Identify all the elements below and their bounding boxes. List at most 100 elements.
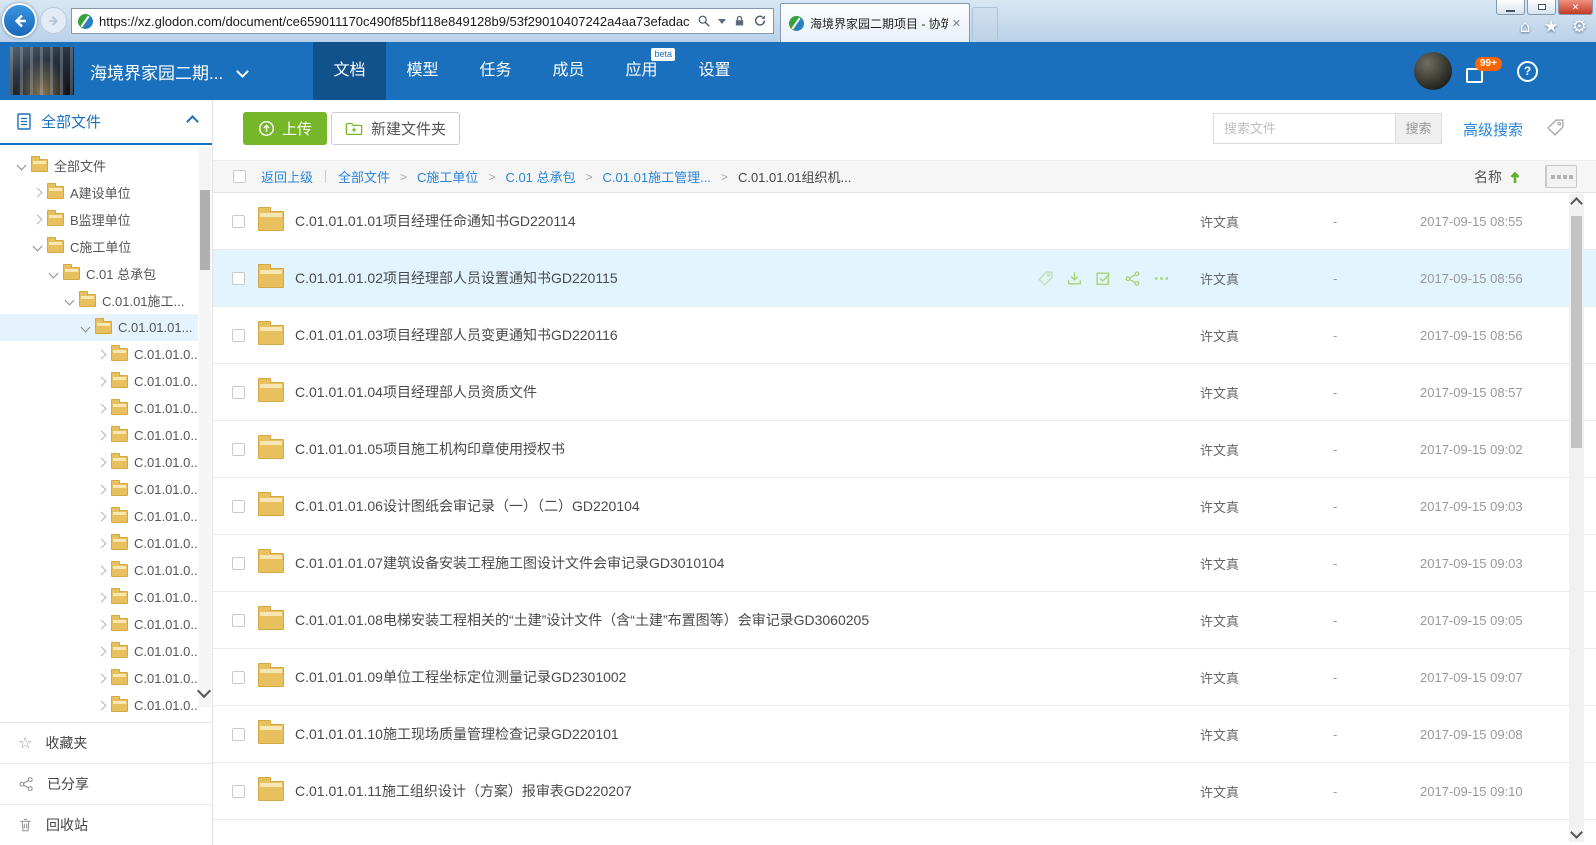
more-icon[interactable] bbox=[1153, 270, 1170, 287]
tag-icon[interactable] bbox=[1037, 270, 1054, 287]
tree-item[interactable]: C.01.01.0... bbox=[0, 368, 198, 395]
file-name[interactable]: C.01.01.01.09单位工程坐标定位测量记录GD2301002 bbox=[295, 667, 1200, 687]
notifications-button[interactable]: 99+ bbox=[1466, 57, 1502, 85]
tree-expand-icon[interactable] bbox=[97, 566, 107, 576]
tree-expand-icon[interactable] bbox=[97, 539, 107, 549]
tree-expand-icon[interactable] bbox=[97, 701, 107, 711]
file-row[interactable]: C.01.01.01.02项目经理部人员设置通知书GD220115许文真-201… bbox=[213, 250, 1596, 307]
file-name[interactable]: C.01.01.01.05项目施工机构印章使用授权书 bbox=[295, 439, 1200, 459]
file-name[interactable]: C.01.01.01.10施工现场质量管理检查记录GD220101 bbox=[295, 724, 1200, 744]
sidebar-header-all-files[interactable]: 全部文件 bbox=[0, 100, 212, 145]
tree-expand-icon[interactable] bbox=[97, 647, 107, 657]
tree-item[interactable]: A建设单位 bbox=[0, 179, 198, 206]
upload-button[interactable]: 上传 bbox=[243, 112, 327, 145]
tree-item[interactable]: C.01.01.0... bbox=[0, 503, 198, 530]
tree-item[interactable]: C施工单位 bbox=[0, 233, 198, 260]
settings-gear-icon[interactable]: ⚙ bbox=[1572, 19, 1587, 36]
file-row[interactable]: C.01.01.01.01项目经理任命通知书GD220114许文真-2017-0… bbox=[213, 193, 1596, 250]
advanced-search-link[interactable]: 高级搜索 bbox=[1463, 119, 1523, 140]
file-row[interactable]: C.01.01.01.11施工组织设计（方案）报审表GD220207许文真-20… bbox=[213, 763, 1596, 820]
tree-item[interactable]: 全部文件 bbox=[0, 152, 198, 179]
row-checkbox[interactable] bbox=[232, 557, 245, 570]
file-name[interactable]: C.01.01.01.11施工组织设计（方案）报审表GD220207 bbox=[295, 781, 1200, 801]
search-input[interactable] bbox=[1213, 113, 1396, 144]
tree-expand-icon[interactable] bbox=[17, 161, 27, 171]
row-checkbox[interactable] bbox=[232, 386, 245, 399]
scrollbar-thumb[interactable] bbox=[1571, 216, 1582, 448]
tree-expand-icon[interactable] bbox=[97, 404, 107, 414]
tree-item[interactable]: C.01.01.0... bbox=[0, 638, 198, 665]
sidebar-item-shared[interactable]: 已分享 bbox=[0, 763, 212, 804]
file-row[interactable]: C.01.01.01.06设计图纸会审记录（一）（二）GD220104许文真-2… bbox=[213, 478, 1596, 535]
row-checkbox[interactable] bbox=[232, 728, 245, 741]
select-all-checkbox[interactable] bbox=[233, 170, 246, 183]
share-icon[interactable] bbox=[1124, 270, 1141, 287]
tree-expand-icon[interactable] bbox=[97, 458, 107, 468]
sidebar-item-favorites[interactable]: ☆ 收藏夹 bbox=[0, 722, 212, 763]
home-icon[interactable]: ⌂ bbox=[1520, 19, 1531, 36]
row-checkbox[interactable] bbox=[232, 329, 245, 342]
tree-item[interactable]: C.01.01.0... bbox=[0, 341, 198, 368]
tab-close-icon[interactable]: ✕ bbox=[952, 17, 961, 30]
tree-item[interactable]: C.01.01.0... bbox=[0, 395, 198, 422]
nav-tab[interactable]: 设置 bbox=[678, 42, 751, 100]
file-name[interactable]: C.01.01.01.03项目经理部人员变更通知书GD220116 bbox=[295, 325, 1200, 345]
breadcrumb-item[interactable]: C施工单位 bbox=[417, 167, 478, 186]
tree-item[interactable]: C.01.01施工... bbox=[0, 287, 198, 314]
back-to-parent-link[interactable]: 返回上级 bbox=[261, 167, 313, 186]
nav-tab[interactable]: 成员 bbox=[532, 42, 605, 100]
refresh-icon[interactable] bbox=[753, 14, 767, 28]
tree-expand-icon[interactable] bbox=[49, 269, 59, 279]
scroll-up-icon[interactable] bbox=[1569, 199, 1584, 208]
file-name[interactable]: C.01.01.01.06设计图纸会审记录（一）（二）GD220104 bbox=[295, 496, 1200, 516]
file-name[interactable]: C.01.01.01.07建筑设备安装工程施工图设计文件会审记录GD301010… bbox=[295, 553, 1200, 573]
tree-expand-icon[interactable] bbox=[65, 296, 75, 306]
tree-expand-icon[interactable] bbox=[97, 377, 107, 387]
project-selector[interactable]: 海境界家园二期... bbox=[90, 42, 247, 100]
window-minimize-button[interactable] bbox=[1496, 0, 1525, 15]
tree-item[interactable]: C.01.01.0... bbox=[0, 692, 198, 719]
browser-tab[interactable]: 海境界家园二期项目 - 协筑 ✕ bbox=[780, 3, 970, 42]
new-folder-button[interactable]: 新建文件夹 bbox=[331, 112, 460, 145]
tree-expand-icon[interactable] bbox=[97, 485, 107, 495]
window-maximize-button[interactable] bbox=[1527, 0, 1556, 15]
tree-item[interactable]: C.01.01.0... bbox=[0, 611, 198, 638]
file-row[interactable]: C.01.01.01.03项目经理部人员变更通知书GD220116许文真-201… bbox=[213, 307, 1596, 364]
new-tab-button[interactable] bbox=[972, 7, 998, 39]
tree-expand-icon[interactable] bbox=[97, 593, 107, 603]
row-checkbox[interactable] bbox=[232, 785, 245, 798]
file-name[interactable]: C.01.01.01.08电梯安装工程相关的“土建”设计文件（含“土建”布置图等… bbox=[295, 610, 1200, 630]
nav-tab[interactable]: 任务 bbox=[459, 42, 532, 100]
tree-expand-icon[interactable] bbox=[97, 620, 107, 630]
file-name[interactable]: C.01.01.01.04项目经理部人员资质文件 bbox=[295, 382, 1200, 402]
tree-item[interactable]: C.01.01.0... bbox=[0, 665, 198, 692]
browser-address-bar[interactable]: https://xz.glodon.com/document/ce6590111… bbox=[71, 8, 774, 34]
window-close-button[interactable]: ✕ bbox=[1558, 0, 1593, 15]
approve-icon[interactable] bbox=[1095, 270, 1112, 287]
breadcrumb-item[interactable]: C.01 总承包 bbox=[505, 167, 575, 186]
scroll-down-icon[interactable] bbox=[1569, 828, 1584, 837]
breadcrumb-item[interactable]: C.01.01施工管理... bbox=[603, 167, 711, 186]
breadcrumb-item[interactable]: 全部文件 bbox=[338, 167, 390, 186]
tree-item[interactable]: C.01.01.01... bbox=[0, 314, 198, 341]
scrollbar-thumb[interactable] bbox=[200, 190, 210, 270]
browser-forward-button[interactable] bbox=[40, 7, 67, 34]
tag-icon[interactable] bbox=[1546, 118, 1565, 142]
file-row[interactable]: C.01.01.01.05项目施工机构印章使用授权书许文真-2017-09-15… bbox=[213, 421, 1596, 478]
row-checkbox[interactable] bbox=[232, 272, 245, 285]
list-scrollbar[interactable] bbox=[1569, 194, 1584, 842]
row-checkbox[interactable] bbox=[232, 671, 245, 684]
file-name[interactable]: C.01.01.01.01项目经理任命通知书GD220114 bbox=[295, 211, 1200, 231]
project-thumbnail[interactable] bbox=[10, 47, 74, 95]
sidebar-item-recycle[interactable]: 回收站 bbox=[0, 804, 212, 845]
tree-item[interactable]: C.01.01.0... bbox=[0, 584, 198, 611]
nav-tab[interactable]: 应用beta bbox=[605, 42, 678, 100]
tree-expand-icon[interactable] bbox=[81, 323, 91, 333]
tree-expand-icon[interactable] bbox=[97, 674, 107, 684]
row-checkbox[interactable] bbox=[232, 500, 245, 513]
grid-view-button[interactable] bbox=[1546, 166, 1576, 187]
row-checkbox[interactable] bbox=[232, 215, 245, 228]
collapse-icon[interactable] bbox=[186, 115, 199, 128]
file-row[interactable]: C.01.01.01.10施工现场质量管理检查记录GD220101许文真-201… bbox=[213, 706, 1596, 763]
row-checkbox[interactable] bbox=[232, 443, 245, 456]
